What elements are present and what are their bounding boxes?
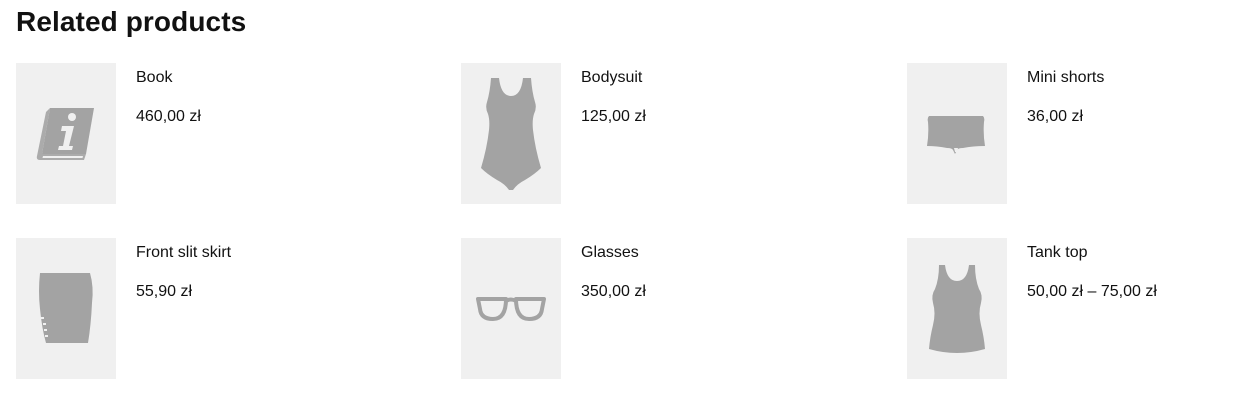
- glasses-icon: [476, 296, 546, 321]
- product-price-tank-top: 50,00 zł – 75,00 zł: [1027, 283, 1157, 300]
- product-name-glasses[interactable]: Glasses: [581, 243, 646, 262]
- product-image-book[interactable]: [16, 63, 116, 204]
- product-card-mini-shorts[interactable]: Mini shorts 36,00 zł: [907, 63, 1226, 204]
- product-image-tank-top[interactable]: [907, 238, 1007, 379]
- book-icon: [36, 107, 94, 160]
- bodysuit-icon: [481, 77, 541, 190]
- product-card-book[interactable]: Book 460,00 zł: [16, 63, 461, 204]
- product-name-mini-shorts[interactable]: Mini shorts: [1027, 68, 1104, 87]
- product-price-bodysuit: 125,00 zł: [581, 108, 646, 125]
- product-image-bodysuit[interactable]: [461, 63, 561, 204]
- related-products-grid: Book 460,00 zł Bodysuit 125,00 zł Mini s…: [16, 63, 1226, 379]
- product-price-glasses: 350,00 zł: [581, 283, 646, 300]
- product-price-book: 460,00 zł: [136, 108, 201, 125]
- product-price-mini-shorts: 36,00 zł: [1027, 108, 1084, 125]
- product-card-glasses[interactable]: Glasses 350,00 zł: [461, 238, 907, 379]
- product-image-front-slit-skirt[interactable]: [16, 238, 116, 379]
- product-card-tank-top[interactable]: Tank top 50,00 zł – 75,00 zł: [907, 238, 1226, 379]
- product-name-tank-top[interactable]: Tank top: [1027, 243, 1157, 262]
- product-name-book[interactable]: Book: [136, 68, 201, 87]
- skirt-icon: [39, 272, 93, 343]
- product-price-front-slit-skirt: 55,90 zł: [136, 283, 193, 300]
- product-image-glasses[interactable]: [461, 238, 561, 379]
- tank-top-icon: [929, 264, 985, 353]
- section-title: Related products: [16, 6, 247, 37]
- product-name-front-slit-skirt[interactable]: Front slit skirt: [136, 243, 231, 262]
- shorts-icon: [927, 115, 985, 154]
- product-card-bodysuit[interactable]: Bodysuit 125,00 zł: [461, 63, 907, 204]
- product-card-front-slit-skirt[interactable]: Front slit skirt 55,90 zł: [16, 238, 461, 379]
- product-name-bodysuit[interactable]: Bodysuit: [581, 68, 646, 87]
- product-image-mini-shorts[interactable]: [907, 63, 1007, 204]
